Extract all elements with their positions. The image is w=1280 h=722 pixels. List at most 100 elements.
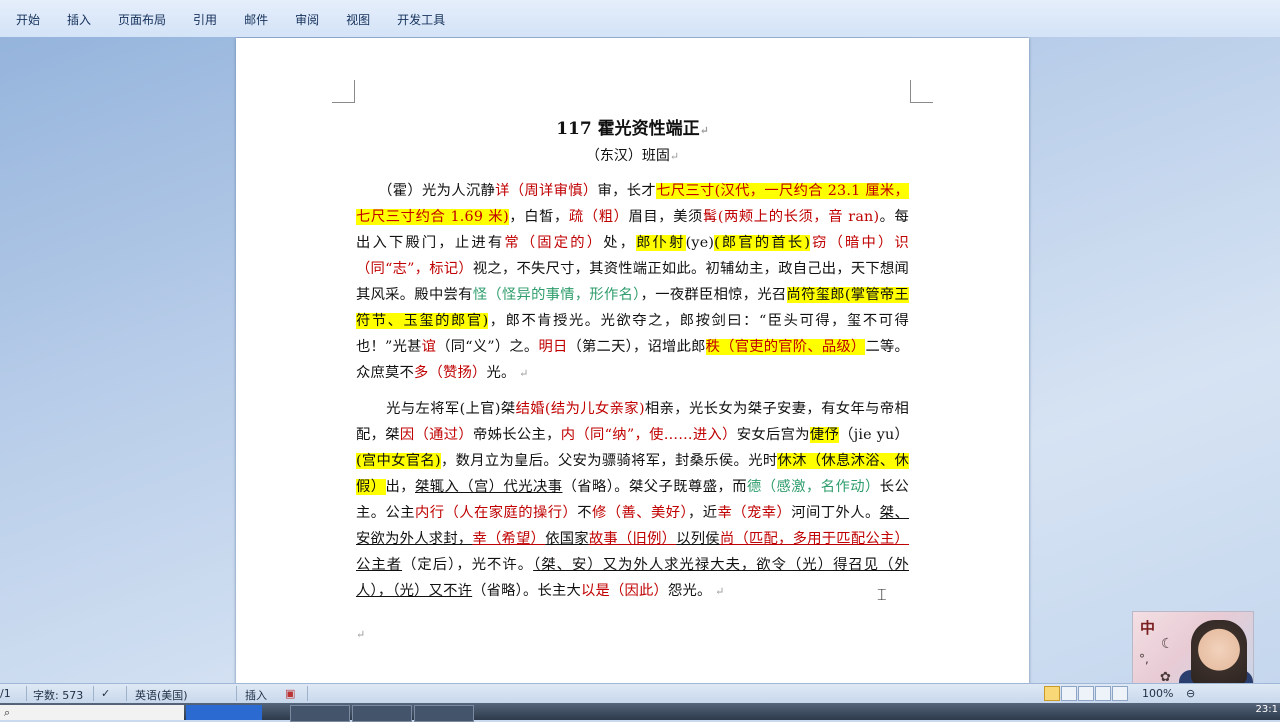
word-count[interactable]: 字数: 573: [33, 687, 83, 703]
full-screen-view-button[interactable]: [1061, 686, 1077, 701]
divider: [26, 686, 27, 701]
annotation-text: 秩（官吏的官阶、品级）: [705, 339, 866, 355]
presenter-face: [1191, 620, 1247, 686]
body-text: 光。: [486, 365, 516, 381]
paragraph-mark: ↵: [356, 628, 366, 641]
search-icon: ⌕: [4, 706, 11, 719]
tab-mailings[interactable]: 邮件: [228, 11, 268, 28]
body-text: 郎仆射: [636, 235, 686, 251]
taskbar-app-other[interactable]: [414, 705, 474, 722]
tab-insert[interactable]: 插入: [51, 11, 91, 28]
body-text: 河间丁外人。: [791, 505, 880, 521]
outline-view-button[interactable]: [1095, 686, 1111, 701]
divider: [93, 686, 94, 701]
web-layout-view-button[interactable]: [1078, 686, 1094, 701]
annotation-text: 德（感激，名作动）: [747, 479, 880, 495]
document-page[interactable]: 117 霍光资性端正↵ （东汉）班固↵ （霍）光为人沉静详（周详审慎）审，长才七…: [236, 38, 1029, 683]
body-text: 怨光。: [667, 583, 712, 599]
annotation-text: 详（周详审慎）: [495, 183, 598, 199]
body-text: 帝姊长公主，: [473, 427, 561, 443]
ime-char: 中: [1140, 619, 1156, 637]
document-workspace: 117 霍光资性端正↵ （东汉）班固↵ （霍）光为人沉静详（周详审慎）审，长才七…: [0, 37, 1280, 683]
document-title: 117 霍光资性端正↵: [236, 114, 1029, 139]
divider: [236, 686, 237, 701]
taskbar-app-word[interactable]: [352, 705, 412, 722]
tab-home[interactable]: 开始: [0, 11, 40, 28]
tab-page-layout[interactable]: 页面布局: [102, 11, 166, 28]
annotation-text: 内（同“纳”，使……进入）: [560, 427, 737, 443]
annotation-text: 结婚(结为儿女亲家): [515, 401, 645, 417]
body-text: 公主者: [356, 557, 403, 573]
annotation-text: 明日: [538, 339, 568, 355]
body-text: （霍）光为人沉静: [378, 183, 496, 199]
body-text: 依国家: [545, 531, 589, 547]
body-text: （定后），光不许。: [402, 557, 534, 573]
zoom-out-icon[interactable]: ⊖: [1186, 687, 1195, 700]
annotation-text: 因（通过）: [399, 427, 473, 443]
body-text: （省略）。桀父子既尊盛，而: [562, 479, 748, 495]
paragraph-mark: ↵: [711, 585, 725, 598]
zoom-level[interactable]: 100%: [1142, 687, 1173, 700]
body-text: 桀辄入（宫）代光决事: [415, 479, 563, 495]
document-title-text: 117 霍光资性端正: [556, 119, 700, 139]
document-author-text: （东汉）班固: [585, 148, 670, 164]
mouse-cursor-icon: ⌶: [877, 585, 887, 604]
macro-record-icon[interactable]: ▣: [285, 687, 295, 700]
crop-mark-top-right: [910, 80, 933, 103]
body-text: 出，: [385, 479, 415, 495]
body-text: (郎官的首长): [714, 235, 811, 251]
annotation-text: 怪（怪异的事情，形作名）: [472, 287, 641, 303]
divider: [307, 686, 308, 701]
language[interactable]: 英语(美国): [135, 687, 188, 703]
crop-mark-top-left: [332, 80, 355, 103]
body-text: 倢伃: [809, 427, 840, 443]
body-text: 眉目，美须: [628, 209, 703, 225]
body-text: 安女后宫为: [736, 427, 810, 443]
body-text: 光与左将军(上官)桀: [386, 401, 516, 417]
page-indicator[interactable]: /1: [0, 687, 11, 700]
annotation-text: 修（善、美好）: [591, 505, 689, 521]
ribbon-tab-bar: 开始 插入 页面布局 引用 邮件 审阅 视图 开发工具: [0, 0, 1280, 38]
document-author: （东汉）班固↵: [236, 145, 1029, 165]
taskbar-blue-button[interactable]: [186, 705, 262, 720]
paragraph-1[interactable]: （霍）光为人沉静详（周详审慎）审，长才七尺三寸(汉代，一尺约合 23.1 厘米，…: [356, 178, 910, 387]
body-text: （省略）。长主大: [472, 583, 581, 599]
body-text: ，一夜群臣相惊，光召: [640, 287, 787, 303]
tab-review[interactable]: 审阅: [279, 11, 319, 28]
body-text: （第二天），诏增此郎: [567, 339, 706, 355]
tab-developer[interactable]: 开发工具: [381, 11, 445, 28]
proofing-icon[interactable]: ✓: [101, 687, 110, 700]
taskbar-clock[interactable]: 23:1: [1256, 704, 1278, 715]
insert-mode[interactable]: 插入: [245, 687, 267, 703]
annotation-text: 常（固定的）: [504, 235, 604, 251]
body-text: 审，长才: [597, 183, 657, 199]
body-text: 不: [577, 505, 592, 521]
body-text: ，白皙，: [508, 209, 569, 225]
annotation-text: 尚（匹配，多用于匹配公主）: [719, 531, 910, 547]
status-bar: /1 字数: 573 ✓ 英语(美国) 插入 ▣ 100% ⊖: [0, 683, 1280, 703]
draft-view-button[interactable]: [1112, 686, 1128, 701]
annotation-text: 以是（因此）: [581, 583, 668, 599]
tab-references[interactable]: 引用: [177, 11, 217, 28]
annotation-text: 故事（旧例）: [588, 531, 677, 547]
ribbon-tabs: 开始 插入 页面布局 引用 邮件 审阅 视图 开发工具: [0, 11, 456, 28]
body-text: 处，: [603, 235, 637, 251]
body-text: （jie yu）: [839, 427, 910, 443]
moon-icon: ☾: [1161, 636, 1174, 652]
divider: [126, 686, 127, 701]
taskbar-app-explorer[interactable]: [290, 705, 350, 722]
dots-icon: °,: [1139, 652, 1149, 666]
paragraph-mark: ↵: [699, 124, 709, 137]
body-text: 以列侯: [676, 531, 720, 547]
print-layout-view-button[interactable]: [1044, 686, 1060, 701]
tab-view[interactable]: 视图: [330, 11, 370, 28]
paragraph-mark: ↵: [669, 150, 680, 163]
paragraph-mark: ↵: [515, 367, 529, 380]
body-text: （同“义”）之。: [436, 339, 539, 355]
annotation-text: 疏（粗）: [568, 209, 629, 225]
taskbar-search[interactable]: ⌕: [0, 705, 184, 720]
annotation-text: 髯(两颊上的长须，音 ran): [702, 209, 880, 225]
annotation-text: 幸（宠幸）: [717, 505, 792, 521]
paragraph-2[interactable]: 光与左将军(上官)桀结婚(结为儿女亲家)相亲，光长女为桀子安妻，有女年与帝相配，…: [356, 396, 909, 605]
body-text: (ye): [685, 235, 715, 251]
